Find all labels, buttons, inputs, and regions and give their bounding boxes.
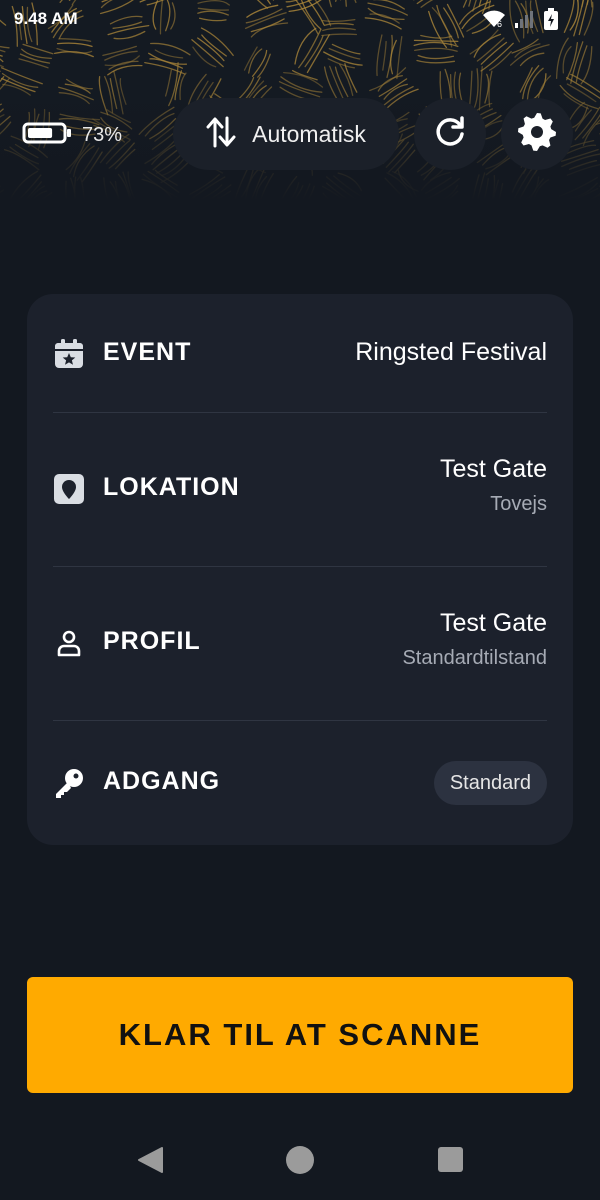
recents-icon[interactable] xyxy=(438,1147,463,1172)
battery-indicator: 73% xyxy=(22,110,132,160)
location-direction: Tovejs xyxy=(490,493,547,515)
sync-mode-button[interactable]: Automatisk xyxy=(173,98,399,170)
gear-icon xyxy=(516,111,558,158)
sync-mode-label: Automatisk xyxy=(252,120,366,147)
profile-value: Test Gate xyxy=(440,609,547,637)
ready-to-scan-button[interactable]: KLAR TIL AT SCANNE xyxy=(27,977,573,1093)
system-nav-bar xyxy=(0,1120,600,1200)
event-row: EVENT Ringsted Festival xyxy=(27,294,573,412)
event-value: Ringsted Festival xyxy=(355,338,547,366)
location-row: LOKATION Test Gate Tovejs xyxy=(27,413,573,566)
refresh-icon xyxy=(432,114,468,155)
battery-icon xyxy=(22,121,72,150)
person-icon xyxy=(53,627,85,659)
access-label: ADGANG xyxy=(103,767,221,795)
settings-button[interactable] xyxy=(501,98,573,170)
calendar-star-icon xyxy=(53,338,85,370)
profile-state: Standardtilstand xyxy=(402,647,547,669)
access-badge: Standard xyxy=(433,761,547,805)
wifi-icon: 6 xyxy=(482,9,506,34)
battery-percent: 73% xyxy=(82,123,123,146)
status-time: 9.48 AM xyxy=(14,9,78,28)
event-label: EVENT xyxy=(103,338,192,366)
back-icon[interactable] xyxy=(136,1146,164,1179)
swap-vertical-icon xyxy=(206,116,236,153)
key-icon xyxy=(53,767,85,799)
access-row: ADGANG Standard xyxy=(27,721,573,845)
status-icons: 6 xyxy=(482,8,558,35)
status-bar: 9.48 AM 6 xyxy=(0,0,600,40)
profile-row: PROFIL Test Gate Standardtilstand xyxy=(27,567,573,720)
location-label: LOKATION xyxy=(103,473,240,501)
toolbar: 73% Automatisk xyxy=(0,98,600,172)
location-pin-icon xyxy=(53,473,85,505)
info-card: EVENT Ringsted Festival LOKATION Test Ga… xyxy=(27,294,573,845)
refresh-button[interactable] xyxy=(414,98,486,170)
location-value: Test Gate xyxy=(440,455,547,483)
network-type-label: 6 xyxy=(497,19,502,29)
battery-level-fill xyxy=(28,127,53,138)
signal-icon xyxy=(514,9,536,34)
status-battery-icon xyxy=(544,8,558,35)
home-icon[interactable] xyxy=(286,1146,314,1174)
profile-label: PROFIL xyxy=(103,627,201,655)
